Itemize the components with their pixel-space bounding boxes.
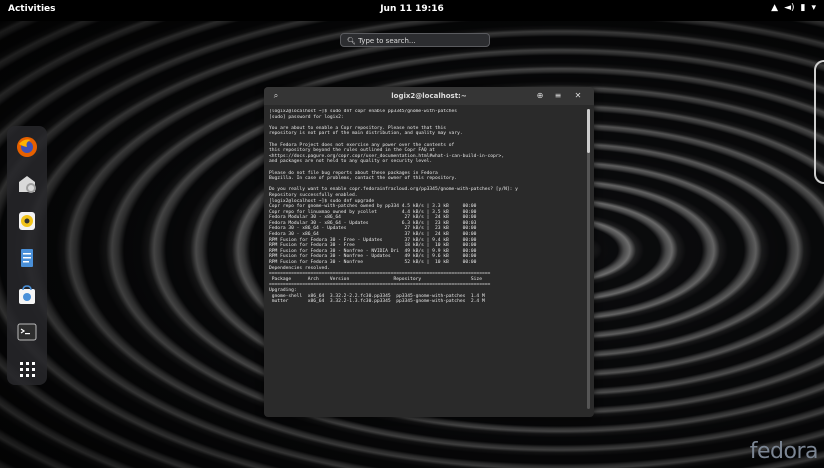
terminal-window[interactable]: ⌕ logix2@localhost:~ ⊕ ≡ ✕ [logix2@local… bbox=[264, 87, 594, 417]
rhythmbox-icon[interactable] bbox=[16, 210, 38, 232]
chevron-down-icon: ▾ bbox=[811, 3, 816, 13]
software-icon[interactable] bbox=[16, 284, 38, 306]
battery-icon: ▮ bbox=[800, 3, 806, 13]
close-icon[interactable]: ✕ bbox=[572, 90, 584, 102]
top-bar: Activities Jun 11 19:16 ▲ ◄) ▮ ▾ bbox=[0, 0, 824, 21]
search-icon: 🔍︎ bbox=[347, 37, 356, 45]
document-icon[interactable] bbox=[16, 247, 38, 269]
terminal-output[interactable]: [logix2@localhost ~]$ sudo dnf copr enab… bbox=[269, 109, 583, 413]
menu-icon[interactable]: ≡ bbox=[552, 90, 564, 102]
new-tab-icon[interactable]: ⊕ bbox=[534, 90, 546, 102]
scrollbar-thumb[interactable] bbox=[587, 109, 590, 153]
fedora-logo: fedora bbox=[749, 439, 819, 464]
workspace-thumbnail[interactable] bbox=[814, 60, 824, 184]
wifi-icon: ▲ bbox=[771, 3, 779, 13]
system-tray[interactable]: ▲ ◄) ▮ ▾ bbox=[771, 3, 816, 13]
volume-icon: ◄) bbox=[784, 3, 795, 13]
show-apps-icon[interactable] bbox=[16, 358, 38, 380]
terminal-line: mutter x86_64 3.32.2-1.3.fc30.pp3345 pp3… bbox=[269, 299, 485, 305]
search-placeholder: Type to search... bbox=[358, 37, 416, 45]
terminal-icon[interactable] bbox=[16, 321, 38, 343]
dash-dock bbox=[7, 126, 47, 385]
files-icon[interactable] bbox=[16, 173, 38, 195]
firefox-icon[interactable] bbox=[16, 136, 38, 158]
search-input[interactable]: 🔍︎ Type to search... bbox=[340, 33, 490, 47]
terminal-titlebar[interactable]: ⌕ logix2@localhost:~ ⊕ ≡ ✕ bbox=[264, 87, 594, 105]
scrollbar-track[interactable] bbox=[587, 109, 590, 409]
clock[interactable]: Jun 11 19:16 bbox=[0, 4, 824, 14]
